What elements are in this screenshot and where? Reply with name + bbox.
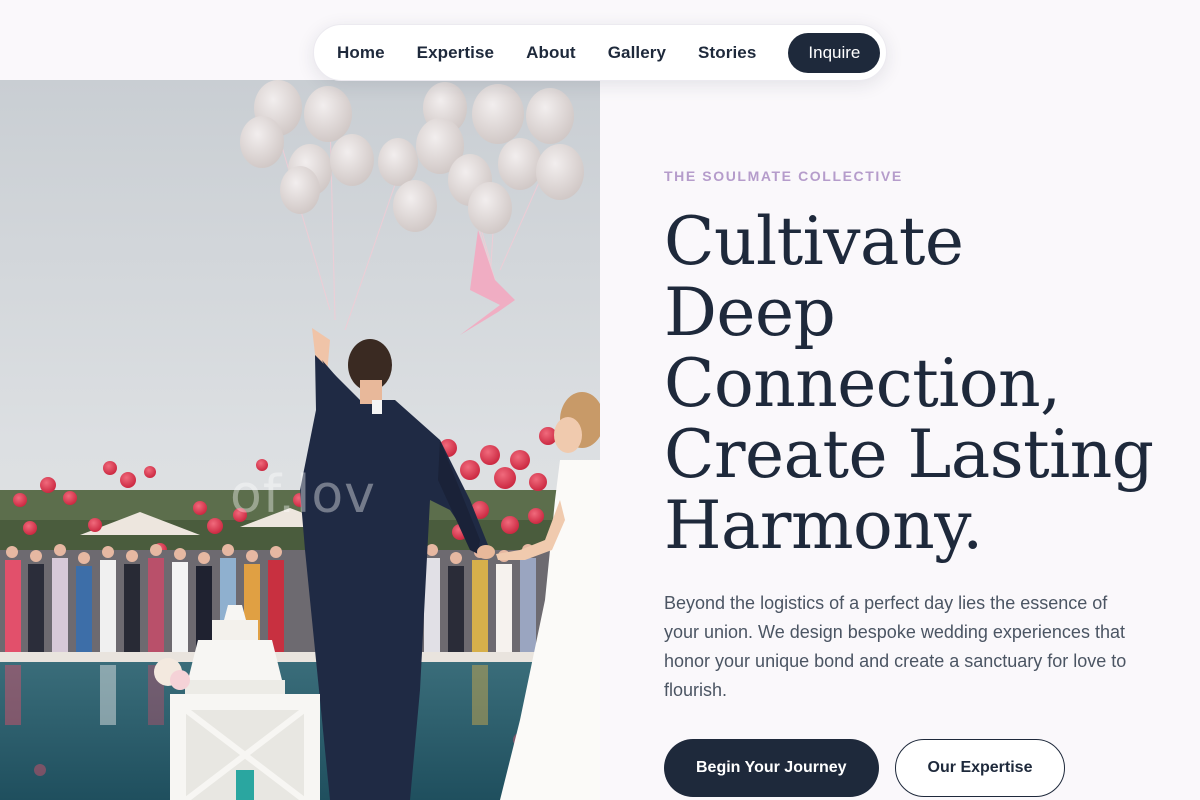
nav-item-expertise[interactable]: Expertise	[417, 43, 494, 63]
hero-photo: of.lov	[0, 80, 600, 800]
hero-content: THE SOULMATE COLLECTIVE Cultivate Deep C…	[664, 168, 1164, 797]
top-nav: Home Expertise About Gallery Stories Inq…	[313, 24, 887, 81]
headline-line: Cultivate	[664, 203, 964, 280]
our-expertise-button[interactable]: Our Expertise	[894, 739, 1066, 797]
photo-watermark: of.lov	[230, 465, 376, 525]
nav-item-gallery[interactable]: Gallery	[608, 43, 666, 63]
nav-item-about[interactable]: About	[526, 43, 576, 63]
hero-actions: Begin Your Journey Our Expertise	[664, 739, 1164, 797]
hero-headline: Cultivate Deep Connection, Create Lastin…	[664, 206, 1164, 561]
inquire-button[interactable]: Inquire	[788, 32, 881, 73]
hero-lede: Beyond the logistics of a perfect day li…	[664, 593, 1127, 700]
headline-line: Harmony.	[664, 487, 983, 564]
hero-eyebrow: THE SOULMATE COLLECTIVE	[664, 168, 903, 184]
wedding-balloon-photo	[0, 80, 600, 800]
nav-item-stories[interactable]: Stories	[698, 43, 756, 63]
nav-item-home[interactable]: Home	[337, 43, 385, 63]
headline-line: Connection,	[664, 345, 1061, 422]
begin-journey-button[interactable]: Begin Your Journey	[664, 739, 879, 797]
headline-line: Deep	[664, 274, 836, 351]
headline-line: Create Lasting	[664, 416, 1154, 493]
